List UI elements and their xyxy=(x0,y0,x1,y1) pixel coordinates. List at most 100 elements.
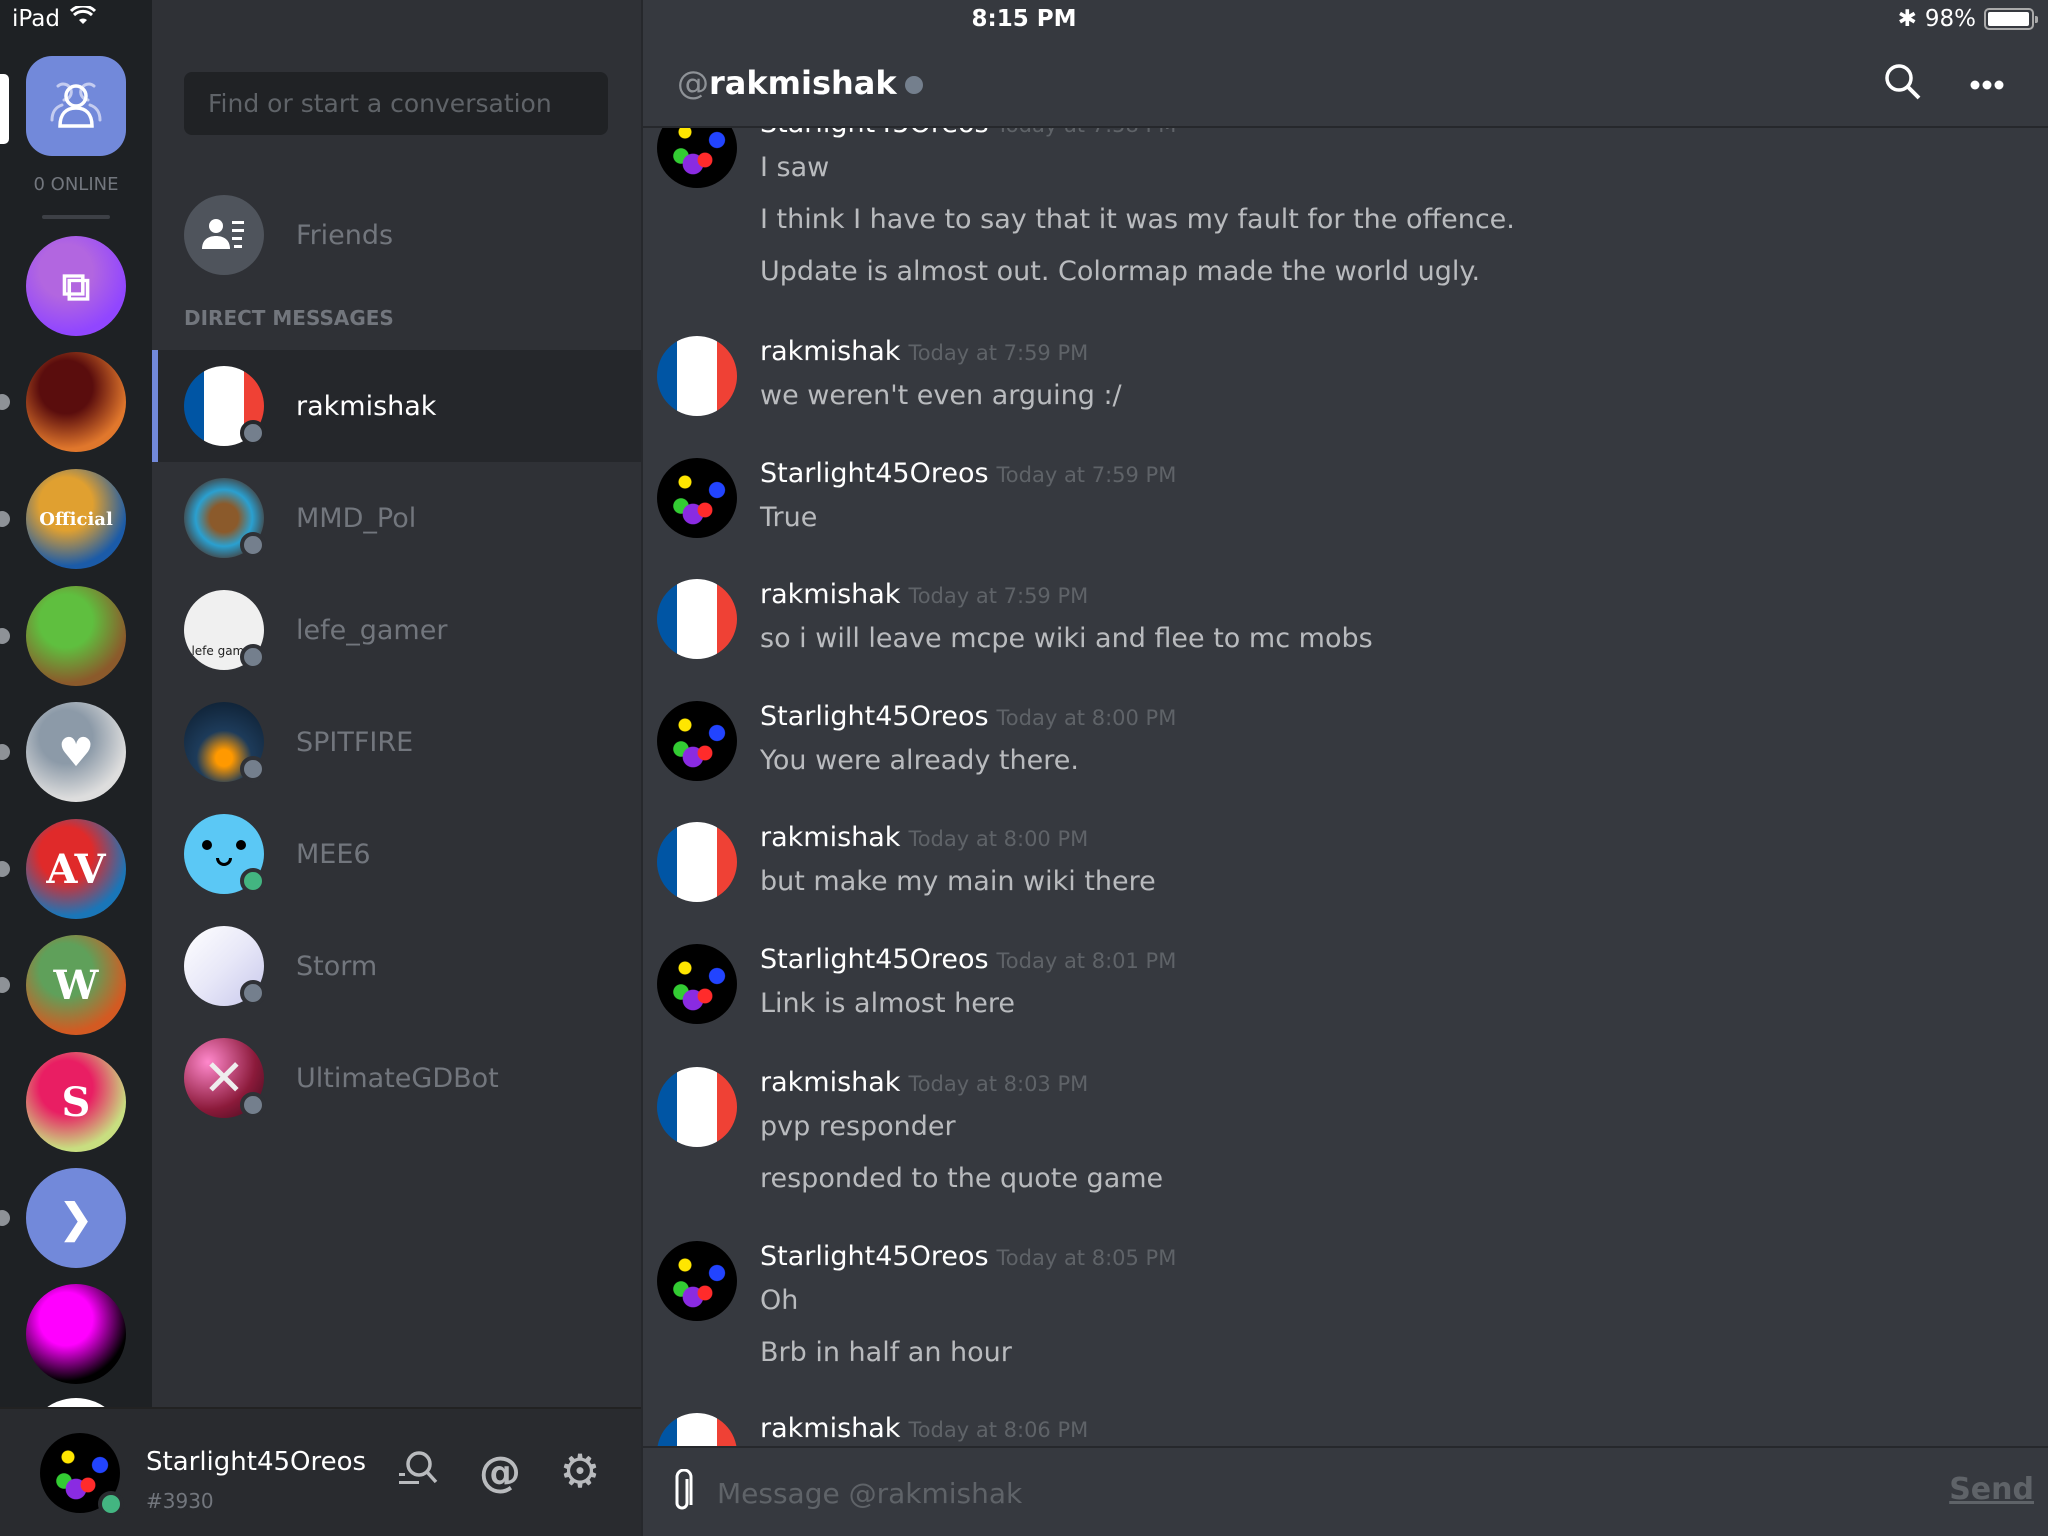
mentions-button[interactable]: @ xyxy=(476,1446,524,1496)
message-avatar[interactable] xyxy=(657,1413,737,1446)
unread-indicator xyxy=(0,511,10,527)
message-author[interactable]: rakmishak xyxy=(760,579,900,610)
settings-button[interactable]: ⚙ xyxy=(556,1444,604,1498)
gear-icon: ⚙ xyxy=(559,1444,601,1498)
server-icon-heart-boat[interactable]: ♥ xyxy=(26,702,126,802)
message-author[interactable]: rakmishak xyxy=(760,822,900,853)
paperclip-icon xyxy=(673,1468,693,1517)
dm-name: UltimateGDBot xyxy=(296,1062,499,1094)
recipient-status-dot xyxy=(904,76,923,94)
quick-switcher-button[interactable] xyxy=(396,1449,440,1493)
status-offline xyxy=(240,420,266,446)
online-count: 0 ONLINE xyxy=(33,174,119,195)
server-icon-minecraft-discord[interactable] xyxy=(26,586,126,686)
message-input[interactable] xyxy=(717,1468,1837,1518)
dm-name: MMD_Pol xyxy=(296,502,417,534)
message-author[interactable]: rakmishak xyxy=(760,1413,900,1444)
find-conversation-input[interactable] xyxy=(184,72,608,135)
dm-item[interactable]: MEE6 xyxy=(152,798,641,910)
status-offline xyxy=(240,532,266,558)
channel-title: rakmishak xyxy=(709,64,897,102)
server-icon-spongebob-server[interactable] xyxy=(26,352,126,452)
unread-indicator xyxy=(0,977,10,993)
dm-item[interactable]: SPITFIRE xyxy=(152,686,641,798)
unread-indicator xyxy=(0,744,10,760)
status-online xyxy=(240,868,266,894)
clock: 8:15 PM xyxy=(971,6,1077,32)
message-text: I saw xyxy=(760,152,830,183)
message-text: we weren't even arguing :/ xyxy=(760,380,1122,411)
friends-icon xyxy=(184,195,264,275)
message-author[interactable]: Starlight45Oreos xyxy=(760,944,989,975)
user-name: Starlight45Oreos xyxy=(146,1447,367,1477)
message-text: Link is almost here xyxy=(760,988,1015,1019)
message-text: so i will leave mcpe wiki and flee to mc… xyxy=(760,623,1373,654)
message-avatar[interactable] xyxy=(657,579,737,659)
dm-item[interactable]: rakmishak xyxy=(152,350,641,462)
dm-name: SPITFIRE xyxy=(296,726,414,758)
dm-item[interactable]: Storm xyxy=(152,910,641,1022)
status-offline xyxy=(240,756,266,782)
message-timestamp: Today at 8:01 PM xyxy=(996,949,1177,973)
message-text: pvp responder xyxy=(760,1111,956,1142)
message-avatar[interactable] xyxy=(657,1241,737,1321)
message-avatar[interactable] xyxy=(657,128,737,188)
dm-item[interactable]: ✕ UltimateGDBot xyxy=(152,1022,641,1134)
attach-button[interactable] xyxy=(663,1468,703,1518)
message-author[interactable]: Starlight45Oreos xyxy=(760,1241,989,1272)
message-author[interactable]: rakmishak xyxy=(760,336,900,367)
direct-messages-home-button[interactable] xyxy=(26,56,126,156)
message-author[interactable]: Starlight45Oreos xyxy=(760,128,989,139)
message-timestamp: Today at 8:00 PM xyxy=(908,827,1089,851)
more-options-button[interactable] xyxy=(1963,62,2011,106)
server-icon-twitch[interactable]: ⧉ xyxy=(26,236,126,336)
message-text: responded to the quote game xyxy=(760,1163,1164,1194)
unread-indicator xyxy=(0,861,10,877)
message-author[interactable]: Starlight45Oreos xyxy=(760,701,989,732)
message-avatar[interactable] xyxy=(657,701,737,781)
unread-indicator xyxy=(0,1210,10,1226)
server-icon-rainbow[interactable] xyxy=(26,1284,126,1384)
server-icon-av-server[interactable]: AV xyxy=(26,819,126,919)
search-list-icon xyxy=(397,1449,439,1493)
server-icon-zombie-w[interactable]: W xyxy=(26,935,126,1035)
message-text: I think I have to say that it was my fau… xyxy=(760,204,1515,235)
dm-item[interactable]: MMD_Pol xyxy=(152,462,641,574)
message-text: Update is almost out. Colormap made the … xyxy=(760,256,1481,287)
dm-name: Storm xyxy=(296,950,378,982)
discord-app: iPad 8:15 PM ✱ 98% 0 ONLINE ⧉ Official ♥… xyxy=(0,0,2048,1536)
friends-item[interactable]: Friends xyxy=(152,179,641,291)
message-timestamp: Today at 8:05 PM xyxy=(996,1246,1177,1270)
message-avatar[interactable] xyxy=(657,944,737,1024)
server-icon-s-server[interactable]: S xyxy=(26,1052,126,1152)
battery-icon xyxy=(1984,8,2038,30)
at-icon: @ xyxy=(479,1446,521,1496)
message-text: Oh xyxy=(760,1285,799,1316)
message-text: True xyxy=(760,502,818,533)
search-button[interactable] xyxy=(1879,60,1927,108)
message-author[interactable]: rakmishak xyxy=(760,1067,900,1098)
unread-indicator xyxy=(0,394,10,410)
ellipsis-icon xyxy=(1970,75,2004,94)
send-button[interactable]: Send xyxy=(1949,1472,2034,1507)
message-avatar[interactable] xyxy=(657,1067,737,1147)
bluetooth-icon: ✱ xyxy=(1897,6,1917,32)
message-avatar[interactable] xyxy=(657,458,737,538)
server-icon-blue-arrow[interactable]: ❯ xyxy=(26,1168,126,1268)
message-avatar[interactable] xyxy=(657,822,737,902)
server-rail: 0 ONLINE ⧉ Official ♥ AV W S ❯ xyxy=(0,0,152,1536)
chat-area: @ rakmishak Starlight45Oreos Today at 7:5… xyxy=(641,0,2048,1536)
message-list[interactable]: Starlight45Oreos Today at 7:58 PM I saw I t… xyxy=(643,128,2048,1446)
message-avatar[interactable] xyxy=(657,336,737,416)
message-author[interactable]: Starlight45Oreos xyxy=(760,458,989,489)
message-text: You were already there. xyxy=(760,745,1079,776)
user-discriminator: #3930 xyxy=(146,1489,214,1513)
dm-sidebar: Friends DIRECT MESSAGES rakmishak MMD_Po… xyxy=(152,0,641,1407)
user-panel: Starlight45Oreos #3930 @ ⚙ xyxy=(0,1407,641,1536)
friends-group-icon xyxy=(44,76,108,136)
device-label: iPad xyxy=(12,6,60,32)
server-icon-official-server[interactable]: Official xyxy=(26,469,126,569)
battery-percent: 98% xyxy=(1924,6,1976,32)
dm-item[interactable]: lefe gamer lefe_gamer xyxy=(152,574,641,686)
wifi-icon xyxy=(69,4,96,32)
